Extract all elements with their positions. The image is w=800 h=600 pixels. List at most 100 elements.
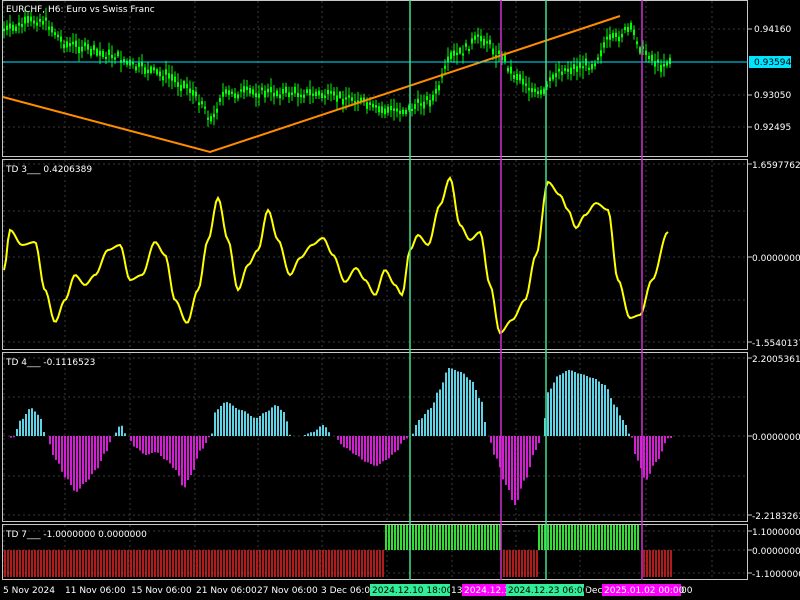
time-axis[interactable]: 5 Nov 2024 11 Nov 06:00 15 Nov 06:00 21 … (3, 584, 693, 596)
candle-body (255, 93, 257, 98)
candle-body (456, 52, 458, 56)
candle-body (666, 62, 668, 66)
candle-body (447, 56, 449, 62)
candle-body (534, 88, 536, 92)
candle-body (522, 78, 524, 85)
td7-bar-positive (487, 525, 489, 550)
candle-body (267, 88, 269, 93)
td4-bar-positive (436, 392, 438, 436)
td4-bar-positive (577, 373, 579, 436)
td7-bar-negative (373, 550, 375, 577)
candle-body (537, 91, 539, 94)
td7-bar-negative (208, 550, 210, 577)
td4-bar-negative (151, 436, 153, 454)
candle-body (369, 102, 371, 105)
td7-bar-positive (541, 525, 543, 550)
td4-bar-negative (136, 436, 138, 449)
td4-bar-negative (10, 436, 12, 438)
td7-bar-positive (475, 525, 477, 550)
td7-bar-negative (103, 550, 105, 577)
td7-bar-negative (530, 550, 532, 577)
td4-bar-negative (505, 436, 507, 485)
td4-bar-positive (265, 412, 267, 436)
candle-body (402, 109, 404, 114)
candle-body (204, 106, 206, 109)
td4-bar-positive (328, 432, 330, 436)
candle-body (99, 50, 101, 56)
candle-body (396, 108, 398, 112)
candle-body (531, 88, 533, 93)
td4-bar-negative (511, 436, 513, 500)
candle-body (210, 116, 212, 122)
td4-bar-negative (205, 436, 207, 443)
td4-bar-positive (229, 403, 231, 436)
candle-body (609, 34, 611, 40)
td7-bar-negative (235, 550, 237, 577)
td7-bar-negative (196, 550, 198, 577)
candle-body (126, 60, 128, 65)
candle-body (429, 100, 431, 107)
td7-bar-negative (274, 550, 276, 577)
td4-bar-positive (37, 414, 39, 436)
td7-bar-positive (550, 525, 552, 550)
td7-bar-negative (7, 550, 9, 577)
candle-body (39, 18, 41, 22)
td4-bar-negative (382, 436, 384, 462)
candle-body (153, 67, 155, 71)
trading-chart[interactable]: EURCHF, H6: Euro vs Swiss Franc TD 3___ … (0, 0, 800, 600)
candle-body (342, 98, 344, 105)
td4-bar-negative (337, 436, 339, 440)
td7-bar-positive (610, 525, 612, 550)
candle-body (330, 91, 332, 94)
candle-body (180, 84, 182, 92)
candle-body (42, 20, 44, 25)
candle-body (498, 50, 500, 55)
candle-body (75, 40, 77, 47)
candle-body (33, 20, 35, 24)
td7-bar-positive (598, 525, 600, 550)
td4-bar-negative (142, 436, 144, 454)
td4-bar-positive (460, 372, 462, 436)
td7-bar-negative (142, 550, 144, 577)
candle-body (291, 92, 293, 96)
td7-bar-negative (509, 550, 511, 577)
td7-bar-negative (76, 550, 78, 577)
candle-body (651, 54, 653, 61)
td7-bar-negative (310, 550, 312, 577)
candle-body (249, 87, 251, 94)
td7-bar-negative (664, 550, 666, 577)
td7-bar-positive (385, 525, 387, 550)
td7-bar-positive (553, 525, 555, 550)
td4-bar-negative (67, 436, 69, 480)
td7-bar-negative (40, 550, 42, 577)
td7-bar-negative (307, 550, 309, 577)
time-highlight-label: 2024.12.10 18:00 (372, 586, 453, 596)
td7-bar-positive (397, 525, 399, 550)
td4-bar-negative (172, 436, 174, 468)
td7-bar-negative (28, 550, 30, 577)
candle-body (393, 108, 395, 111)
td7-bar-negative (88, 550, 90, 577)
td4-bar-negative (517, 436, 519, 500)
candle-body (213, 113, 215, 118)
candle-body (168, 73, 170, 79)
td4-bar-negative (649, 436, 651, 474)
td4-bar-negative (169, 436, 171, 464)
td7-bar-positive (595, 525, 597, 550)
td4-bar-positive (442, 382, 444, 436)
td4-bar-positive (214, 412, 216, 436)
td4-bar-negative (85, 436, 87, 482)
td7-bar-positive (391, 525, 393, 550)
td4-bar-negative (358, 436, 360, 457)
candle-body (171, 74, 173, 81)
td7-bar-positive (619, 525, 621, 550)
td7-bar-negative (163, 550, 165, 577)
candle-body (270, 87, 272, 93)
price-label-bottom: 0.92495 (754, 123, 791, 133)
candle-body (6, 25, 8, 31)
td7-bar-negative (70, 550, 72, 577)
candle-body (513, 75, 515, 79)
td7-bar-negative (181, 550, 183, 577)
td7-bar-negative (73, 550, 75, 577)
candle-body (48, 26, 50, 30)
